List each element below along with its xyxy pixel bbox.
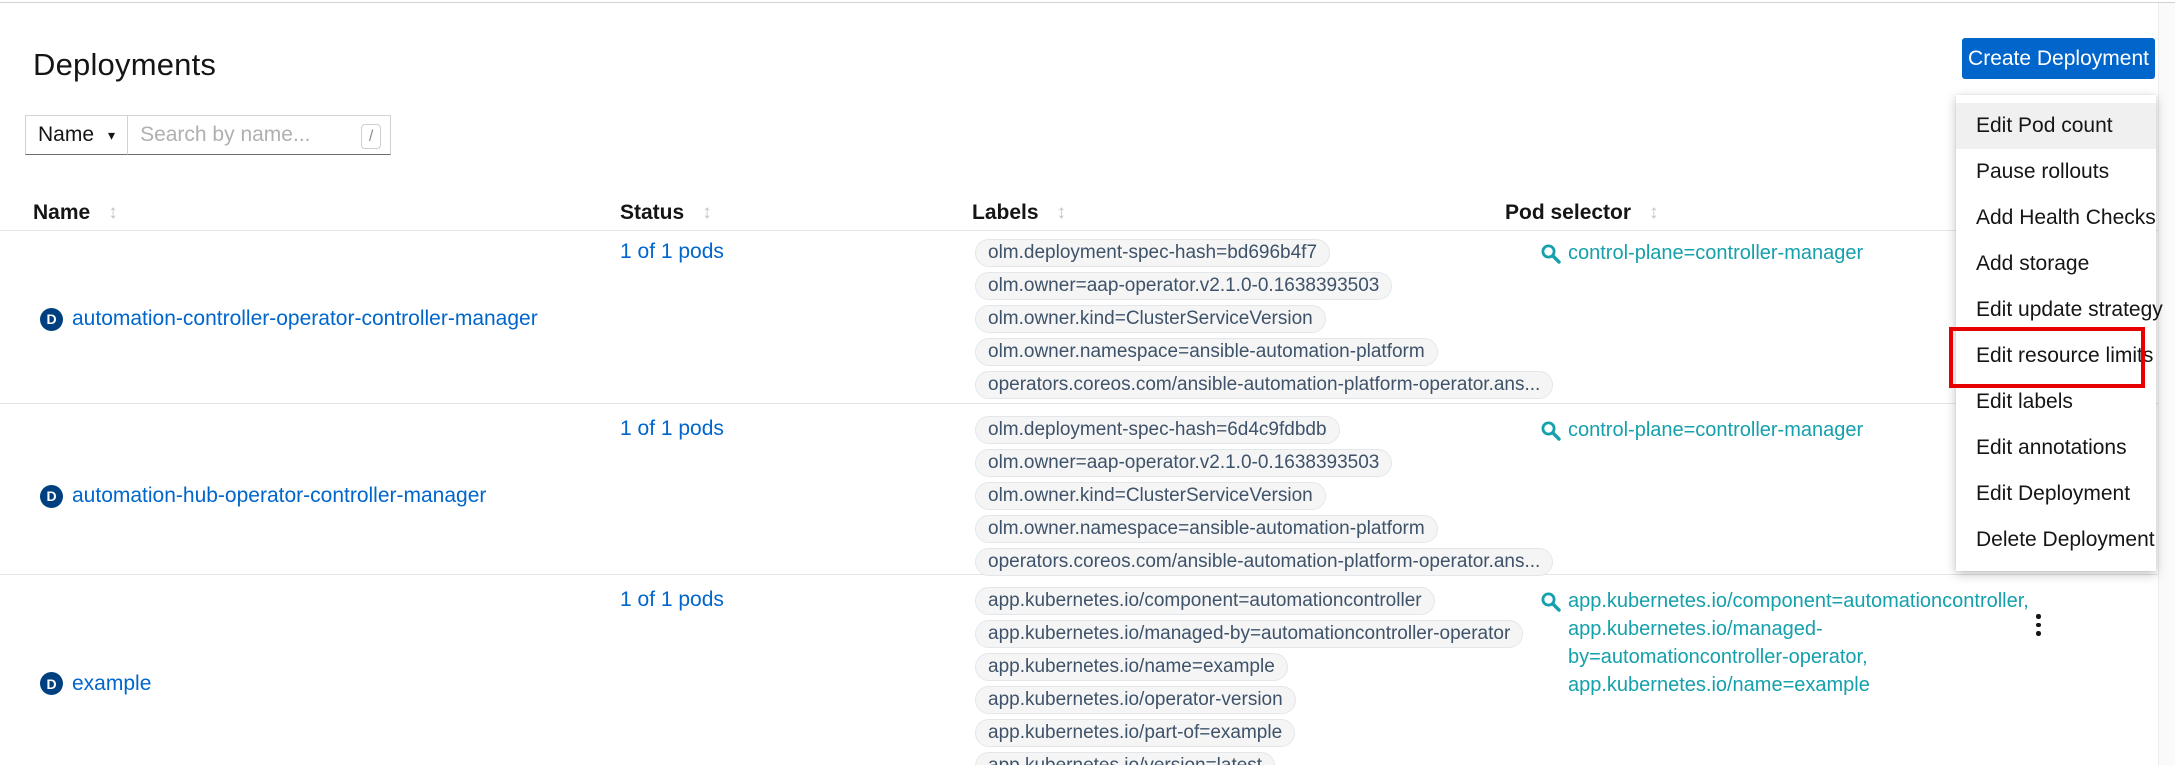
- pod-selector-link[interactable]: app.kubernetes.io/component=automationco…: [1568, 587, 2029, 615]
- deployment-badge: D: [40, 672, 63, 695]
- label-chip[interactable]: olm.deployment-spec-hash=6d4c9fdbdb: [975, 416, 1340, 444]
- pods-status-link[interactable]: 1 of 1 pods: [620, 240, 724, 263]
- pod-selector-link[interactable]: control-plane=controller-manager: [1568, 239, 1863, 267]
- deployment-name-link[interactable]: example: [72, 672, 151, 696]
- labels-cell: olm.deployment-spec-hash=bd696b4f7 olm.o…: [972, 239, 1540, 399]
- pod-selector-link[interactable]: app.kubernetes.io/name=example: [1568, 671, 2029, 699]
- deployments-table: Name ↕ Status ↕ Labels ↕ Pod selector ↕ …: [0, 195, 2175, 765]
- menu-item-pause-rollouts[interactable]: Pause rollouts: [1956, 149, 2156, 195]
- label-chip[interactable]: olm.owner=aap-operator.v2.1.0-0.16383935…: [975, 449, 1392, 477]
- search-input[interactable]: [128, 116, 340, 154]
- sort-icon[interactable]: ↕: [108, 202, 118, 224]
- pods-status-link[interactable]: 1 of 1 pods: [620, 417, 724, 440]
- labels-cell: app.kubernetes.io/component=automationco…: [972, 587, 1540, 765]
- deployments-page: Deployments Create Deployment Name ▾ / N…: [0, 0, 2175, 765]
- menu-item-edit-pod-count[interactable]: Edit Pod count: [1956, 103, 2156, 149]
- pod-selector-cell: app.kubernetes.io/component=automationco…: [1540, 587, 2020, 765]
- chevron-down-icon: ▾: [108, 127, 115, 144]
- label-chip[interactable]: operators.coreos.com/ansible-automation-…: [975, 548, 1553, 576]
- top-divider: [0, 2, 2175, 3]
- column-header-name[interactable]: Name ↕: [33, 201, 620, 225]
- label-chip[interactable]: app.kubernetes.io/operator-version: [975, 686, 1296, 714]
- deployment-actions-menu: Edit Pod count Pause rollouts Add Health…: [1956, 95, 2156, 571]
- menu-item-edit-resource-limits[interactable]: Edit resource limits: [1956, 333, 2156, 379]
- menu-item-edit-deployment[interactable]: Edit Deployment: [1956, 471, 2156, 517]
- table-header-row: Name ↕ Status ↕ Labels ↕ Pod selector ↕: [0, 195, 2175, 231]
- pod-selector-cell: control-plane=controller-manager: [1540, 239, 2020, 399]
- menu-item-edit-update-strategy[interactable]: Edit update strategy: [1956, 287, 2156, 333]
- menu-item-add-storage[interactable]: Add storage: [1956, 241, 2156, 287]
- table-row: D automation-controller-operator-control…: [0, 231, 2175, 404]
- label-chip[interactable]: olm.owner.kind=ClusterServiceVersion: [975, 305, 1326, 333]
- pods-status-link[interactable]: 1 of 1 pods: [620, 588, 724, 611]
- column-header-labels[interactable]: Labels ↕: [972, 201, 1540, 225]
- kebab-menu-button[interactable]: [2032, 610, 2045, 640]
- label-chip[interactable]: olm.owner=aap-operator.v2.1.0-0.16383935…: [975, 272, 1392, 300]
- search-icon: [1540, 243, 1561, 264]
- deployment-badge: D: [40, 485, 63, 508]
- sort-icon[interactable]: ↕: [702, 202, 712, 224]
- scrollbar[interactable]: [2158, 3, 2175, 765]
- pod-selector-cell: control-plane=controller-manager: [1540, 416, 2020, 576]
- label-chip[interactable]: app.kubernetes.io/managed-by=automationc…: [975, 620, 1523, 648]
- menu-item-edit-annotations[interactable]: Edit annotations: [1956, 425, 2156, 471]
- filter-type-label: Name: [38, 123, 94, 147]
- deployment-badge: D: [40, 308, 63, 331]
- sort-icon[interactable]: ↕: [1057, 202, 1067, 224]
- filter-type-select[interactable]: Name ▾: [25, 115, 128, 155]
- deployment-name-link[interactable]: automation-hub-operator-controller-manag…: [72, 484, 486, 508]
- sort-icon[interactable]: ↕: [1649, 202, 1659, 224]
- menu-item-add-health-checks[interactable]: Add Health Checks: [1956, 195, 2156, 241]
- label-chip[interactable]: app.kubernetes.io/name=example: [975, 653, 1288, 681]
- label-chip[interactable]: olm.owner.namespace=ansible-automation-p…: [975, 338, 1438, 366]
- keyboard-shortcut-badge: /: [361, 124, 381, 149]
- create-deployment-button[interactable]: Create Deployment: [1962, 38, 2155, 79]
- label-chip[interactable]: app.kubernetes.io/part-of=example: [975, 719, 1295, 747]
- page-title: Deployments: [33, 47, 216, 83]
- label-chip[interactable]: olm.owner.kind=ClusterServiceVersion: [975, 482, 1326, 510]
- table-row: D automation-hub-operator-controller-man…: [0, 404, 2175, 575]
- label-chip[interactable]: operators.coreos.com/ansible-automation-…: [975, 371, 1553, 399]
- menu-item-delete-deployment[interactable]: Delete Deployment: [1956, 517, 2156, 563]
- label-chip[interactable]: app.kubernetes.io/version=latest: [975, 752, 1275, 765]
- search-icon: [1540, 591, 1561, 612]
- pod-selector-link[interactable]: app.kubernetes.io/managed-by=automationc…: [1568, 615, 2029, 671]
- search-icon: [1540, 420, 1561, 441]
- deployment-name-link[interactable]: automation-controller-operator-controlle…: [72, 307, 538, 331]
- label-chip[interactable]: olm.owner.namespace=ansible-automation-p…: [975, 515, 1438, 543]
- pod-selector-link[interactable]: control-plane=controller-manager: [1568, 416, 1863, 444]
- menu-item-edit-labels[interactable]: Edit labels: [1956, 379, 2156, 425]
- labels-cell: olm.deployment-spec-hash=6d4c9fdbdb olm.…: [972, 416, 1540, 576]
- label-chip[interactable]: app.kubernetes.io/component=automationco…: [975, 587, 1435, 615]
- table-row: D example 1 of 1 pods app.kubernetes.io/…: [0, 575, 2175, 765]
- filter-toolbar: Name ▾ /: [25, 115, 391, 155]
- column-header-pod-selector[interactable]: Pod selector ↕: [1505, 201, 2020, 225]
- label-chip[interactable]: olm.deployment-spec-hash=bd696b4f7: [975, 239, 1330, 267]
- column-header-status[interactable]: Status ↕: [620, 201, 972, 225]
- search-field-wrap: /: [128, 115, 391, 155]
